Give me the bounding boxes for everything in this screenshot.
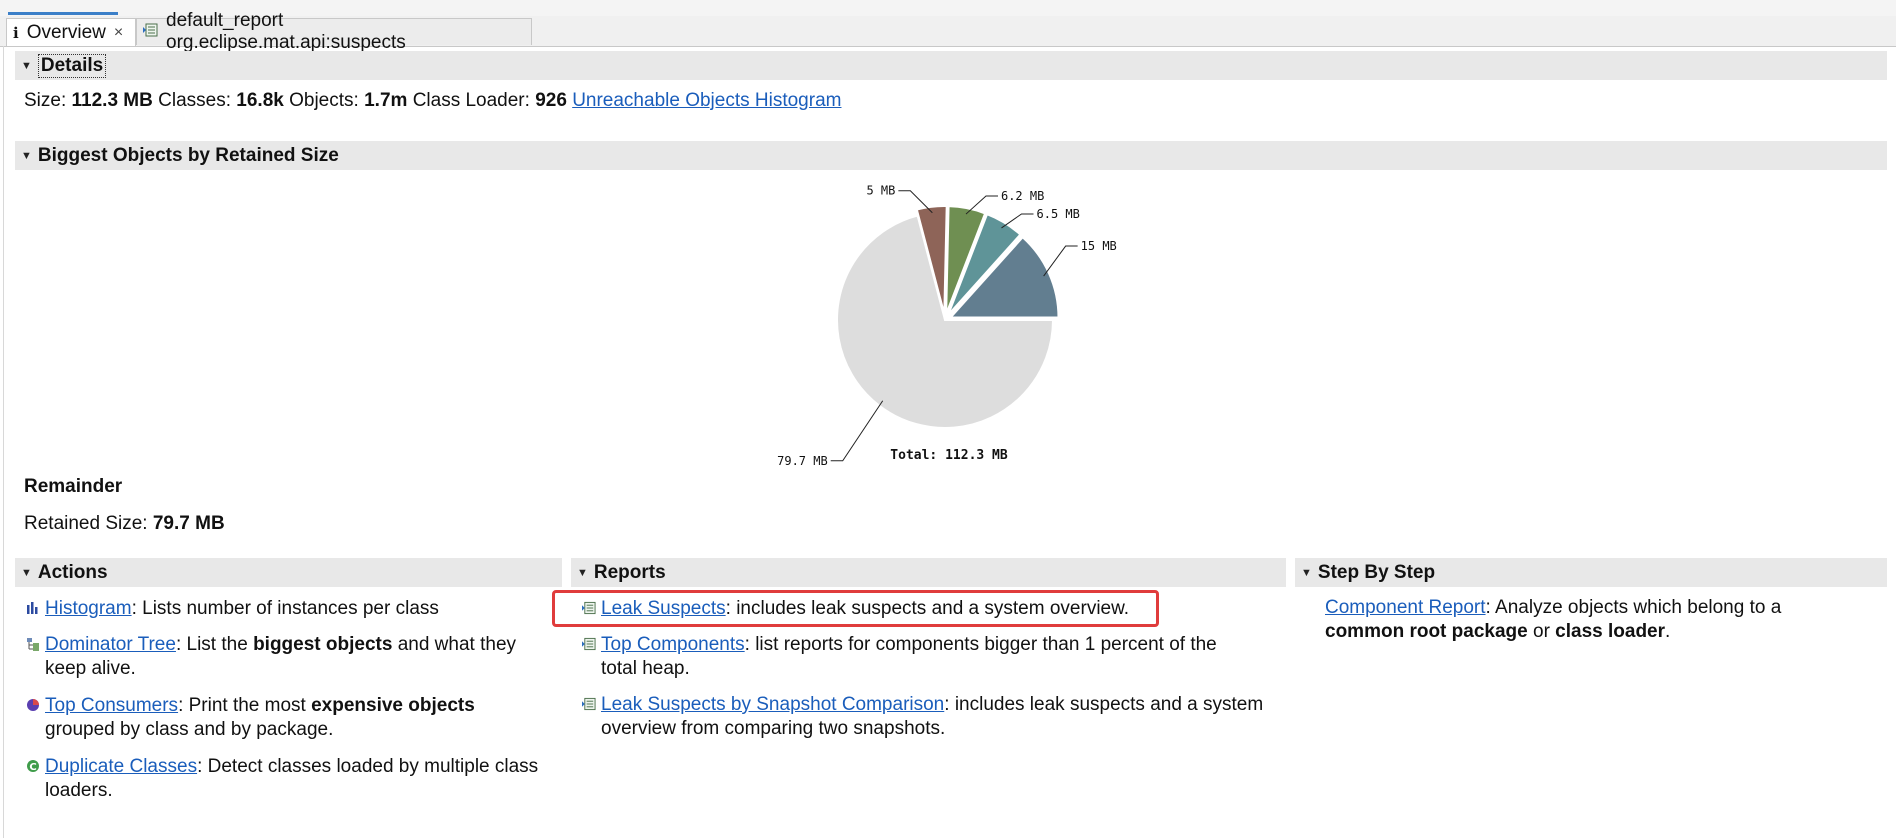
- editor-tab-bar: ℹ Overview × default_report org.eclipse.…: [0, 10, 1896, 53]
- collapse-triangle-icon: ▼: [21, 59, 32, 72]
- component-report-link[interactable]: Component Report: [1325, 597, 1486, 618]
- reports-title: Reports: [593, 561, 666, 583]
- pie-slice-label: 79.7 MB: [777, 454, 828, 468]
- close-icon[interactable]: ×: [114, 24, 123, 42]
- tab-default-report[interactable]: default_report org.eclipse.mat.api:suspe…: [136, 10, 532, 53]
- collapse-triangle-icon: ▼: [1301, 566, 1312, 579]
- report-icon: [582, 697, 596, 711]
- retained-size-pie-chart: 15 MB 6.5 MB 6.2 MB 5 MB 79.7 MB Total: 112.…: [777, 184, 1117, 468]
- component-report-description: : Analyze objects which belong to a: [1485, 597, 1782, 618]
- duplicate-classes-description: : Detect classes loaded by multiple clas…: [197, 756, 539, 777]
- pie-slice-label: 6.2 MB: [1001, 189, 1044, 203]
- histogram-description: : Lists number of instances per class: [131, 598, 439, 619]
- component-report-period: .: [1665, 621, 1671, 642]
- classloader-value: 926: [535, 90, 567, 111]
- remainder-title: Remainder: [24, 476, 123, 497]
- top-components-link[interactable]: Top Components: [601, 634, 745, 655]
- step-by-step-section-header[interactable]: ▼ Step By Step: [1295, 558, 1887, 587]
- dominator-tree-link[interactable]: Dominator Tree: [45, 634, 176, 655]
- dominator-tree-desc-post: and what they: [392, 634, 517, 655]
- pie-leader-line: [830, 400, 884, 462]
- pie-slice-label: 6.5 MB: [1037, 207, 1080, 221]
- dominator-tree-desc-line2: keep alive.: [45, 658, 136, 679]
- svg-text:C: C: [29, 762, 36, 773]
- top-consumers-desc-bold: expensive objects: [311, 695, 475, 716]
- component-report-or: or: [1527, 621, 1556, 642]
- top-consumers-desc-pre: : Print the most: [178, 695, 312, 716]
- pie-slice-label: 5 MB: [866, 184, 895, 198]
- collapse-triangle-icon: ▼: [21, 566, 32, 579]
- biggest-objects-section-header[interactable]: ▼ Biggest Objects by Retained Size: [15, 141, 1887, 170]
- collapse-triangle-icon: ▼: [577, 566, 588, 579]
- actions-section-header[interactable]: ▼ Actions: [15, 558, 562, 587]
- histogram-link[interactable]: Histogram: [45, 598, 132, 619]
- top-components-desc-line2: total heap.: [601, 658, 690, 679]
- report-icon: [143, 23, 158, 41]
- histogram-icon: [27, 602, 38, 614]
- classloader-label: Class Loader:: [412, 90, 530, 111]
- objects-label: Objects:: [289, 90, 359, 111]
- common-root-package-text: common root package: [1325, 621, 1528, 642]
- leak-suspects-comparison-description: : includes leak suspects and a system: [944, 694, 1264, 715]
- details-section-header[interactable]: ▼ Details: [15, 51, 1887, 80]
- pie-slice-label: 15 MB: [1081, 239, 1117, 253]
- info-icon: ℹ: [13, 24, 19, 42]
- actions-title: Actions: [37, 561, 108, 583]
- collapse-triangle-icon: ▼: [21, 149, 32, 162]
- top-components-description: : list reports for components bigger tha…: [744, 634, 1217, 655]
- dominator-tree-desc-bold: biggest objects: [253, 634, 393, 655]
- report-icon: [582, 637, 596, 651]
- details-summary: Size: 112.3 MB Classes: 16.8k Objects: 1…: [24, 90, 841, 112]
- remainder-retained: Retained Size: 79.7 MB: [24, 513, 225, 535]
- classes-label: Classes:: [158, 90, 231, 111]
- size-value: 112.3 MB: [71, 90, 153, 111]
- objects-value: 1.7m: [364, 90, 408, 111]
- reports-section-header[interactable]: ▼ Reports: [571, 558, 1286, 587]
- leak-suspects-comparison-desc-line2: overview from comparing two snapshots.: [601, 718, 946, 739]
- top-consumers-desc-line2: grouped by class and by package.: [45, 719, 334, 740]
- biggest-objects-title: Biggest Objects by Retained Size: [37, 144, 339, 166]
- dominator-tree-desc-pre: : List the: [175, 634, 254, 655]
- class-loader-text: class loader: [1555, 621, 1666, 642]
- duplicate-classes-icon: C: [27, 760, 39, 773]
- top-consumers-link[interactable]: Top Consumers: [45, 695, 178, 716]
- unreachable-objects-histogram-link[interactable]: Unreachable Objects Histogram: [572, 90, 841, 111]
- step-component-report: Component Report: Analyze objects which …: [1325, 596, 1885, 644]
- step-by-step-title: Step By Step: [1317, 561, 1436, 583]
- top-consumers-icon: [27, 699, 39, 711]
- chart-total-label: Total: 112.3 MB: [890, 448, 1008, 463]
- duplicate-classes-desc-line2: loaders.: [45, 780, 113, 801]
- leak-suspects-comparison-link[interactable]: Leak Suspects by Snapshot Comparison: [601, 694, 944, 715]
- leak-suspects-highlight-box: [552, 590, 1159, 627]
- size-label: Size:: [24, 90, 67, 111]
- retained-size-label: Retained Size:: [24, 513, 148, 534]
- details-title: Details: [37, 53, 107, 78]
- duplicate-classes-link[interactable]: Duplicate Classes: [45, 756, 197, 777]
- retained-size-value: 79.7 MB: [152, 513, 225, 534]
- active-view-accent: [8, 12, 118, 15]
- tab-default-report-label: default_report org.eclipse.mat.api:suspe…: [166, 10, 406, 53]
- left-border: [3, 46, 4, 838]
- tab-overview-label: Overview: [26, 21, 106, 43]
- tab-overview[interactable]: ℹ Overview ×: [6, 18, 136, 46]
- classes-value: 16.8k: [236, 90, 284, 111]
- dominator-tree-icon: [27, 638, 39, 651]
